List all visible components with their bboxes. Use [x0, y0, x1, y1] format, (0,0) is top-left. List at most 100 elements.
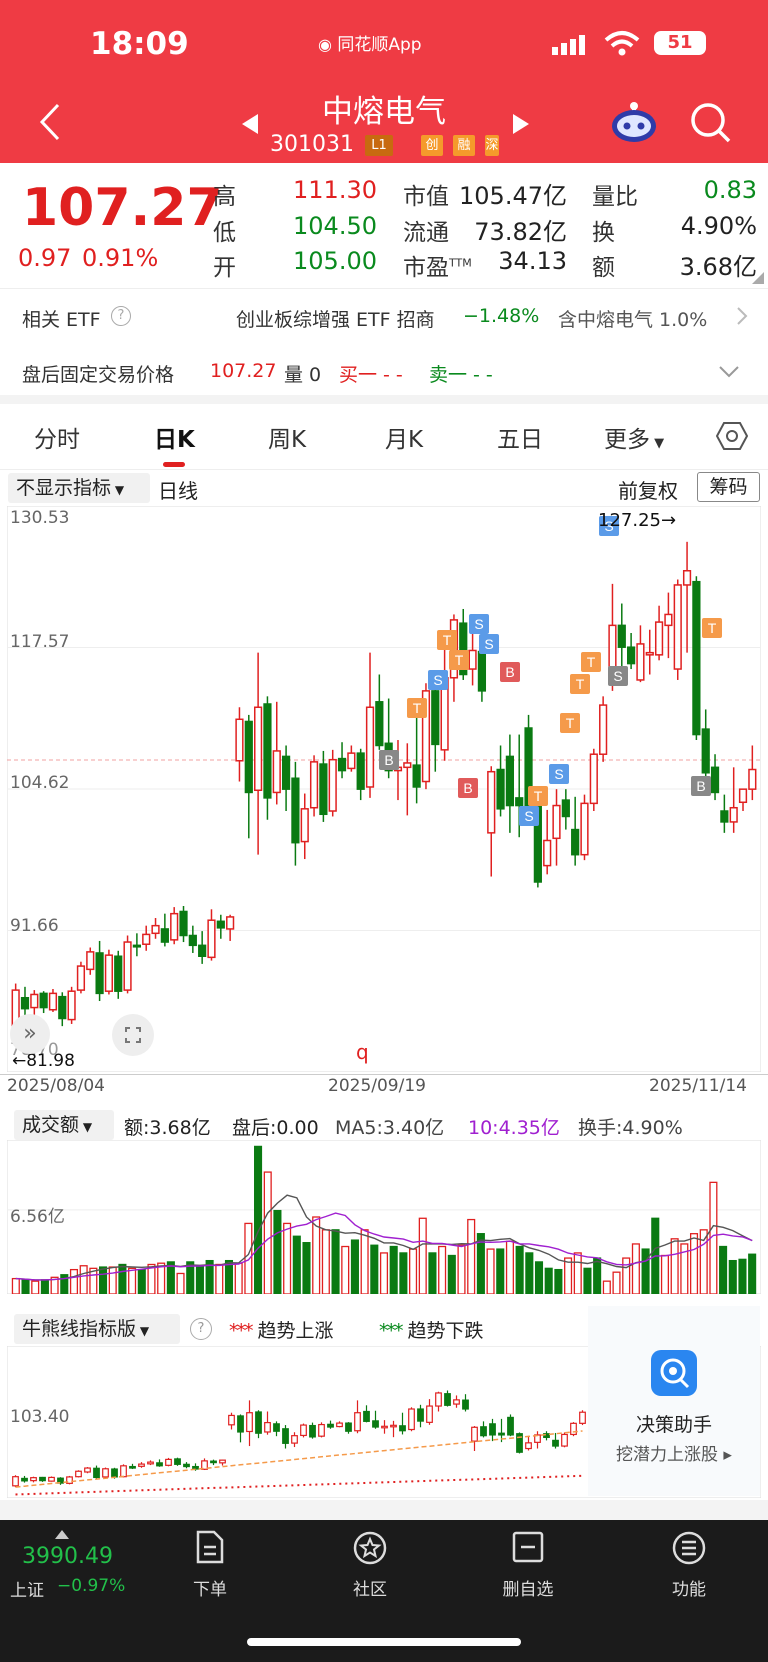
- bb-candle: [246, 1400, 253, 1447]
- volume-bar: [137, 1268, 146, 1294]
- tab-monthly-k[interactable]: 月K: [385, 420, 423, 454]
- candle: [132, 933, 141, 957]
- bb-candle: [237, 1414, 244, 1443]
- search-icon[interactable]: [690, 102, 732, 148]
- candle: [664, 592, 673, 659]
- bb-candle: [336, 1421, 343, 1428]
- volume-bar: [719, 1245, 728, 1294]
- adjust-button[interactable]: 前复权: [618, 475, 678, 504]
- signal-badge-T[interactable]: T: [560, 713, 580, 733]
- volume-bar: [341, 1245, 350, 1294]
- collapse-left-icon[interactable]: »: [10, 1014, 50, 1054]
- tab-weekly-k[interactable]: 周K: [268, 420, 306, 454]
- volume-bar: [496, 1248, 505, 1294]
- svg-text:S: S: [474, 616, 483, 632]
- chevron-right-icon[interactable]: [736, 306, 748, 330]
- next-stock-icon[interactable]: [511, 112, 531, 140]
- signal-badge-S[interactable]: S: [608, 666, 628, 686]
- volume-bar: [321, 1229, 330, 1294]
- bb-candle: [579, 1410, 586, 1426]
- vr-label: 量比: [592, 184, 638, 210]
- volume-bar: [215, 1263, 224, 1294]
- vr-value: 0.83: [703, 176, 757, 204]
- nav-community[interactable]: 社区: [325, 1530, 415, 1600]
- bb-candle: [399, 1412, 406, 1435]
- nav-order[interactable]: 下单: [165, 1530, 255, 1600]
- signal-badge-T[interactable]: T: [702, 618, 722, 638]
- candle: [95, 940, 104, 1002]
- nav-remove-watchlist[interactable]: 删自选: [483, 1530, 573, 1600]
- tab-daily-k[interactable]: 日K: [154, 420, 195, 454]
- volume-bar: [660, 1254, 670, 1294]
- volume-amount: 额:3.68亿: [124, 1117, 211, 1139]
- volume-chart[interactable]: [7, 1140, 761, 1294]
- tab-intraday[interactable]: 分时: [34, 420, 80, 454]
- signal-badge-T[interactable]: T: [581, 652, 601, 672]
- candle: [738, 788, 748, 812]
- chips-button[interactable]: 筹码: [697, 472, 760, 502]
- settings-hexagon-icon[interactable]: [715, 420, 749, 456]
- candle: [627, 633, 636, 670]
- volume-bar: [467, 1218, 476, 1294]
- tag-chuang: 创: [421, 135, 443, 156]
- signal-badge-T[interactable]: T: [449, 650, 469, 670]
- volume-select[interactable]: 成交额 ▼: [14, 1110, 114, 1140]
- index-value[interactable]: 3990.49: [22, 1544, 113, 1569]
- svg-text:B: B: [696, 778, 705, 794]
- volume-bar: [118, 1263, 127, 1294]
- signal-badge-B[interactable]: B: [379, 750, 399, 770]
- robot-assistant-icon[interactable]: [610, 100, 658, 148]
- signal-badge-S[interactable]: S: [428, 670, 448, 690]
- bb-candle: [120, 1464, 127, 1478]
- nav-functions[interactable]: 功能: [644, 1530, 734, 1600]
- decision-assistant-card[interactable]: 决策助手 挖潜力上涨股 ▸: [588, 1306, 760, 1496]
- candle: [235, 707, 244, 782]
- fullscreen-icon[interactable]: [112, 1014, 154, 1056]
- wifi-icon: [604, 30, 640, 60]
- kline-chart[interactable]: BTSTTSSBBSTSTTTSSTB: [7, 506, 761, 1072]
- tab-more[interactable]: 更多 ▼: [604, 420, 664, 454]
- signal-badge-S[interactable]: S: [549, 764, 569, 784]
- bb-candle: [480, 1421, 487, 1438]
- indicator-select[interactable]: 不显示指标 ▼: [8, 473, 150, 503]
- signal-badge-S[interactable]: S: [519, 806, 539, 826]
- signal-badge-T[interactable]: T: [407, 698, 427, 718]
- etf-name[interactable]: 创业板综增强 ETF 招商: [236, 305, 435, 332]
- signal-badge-B[interactable]: B: [691, 776, 711, 796]
- volume-bar: [128, 1267, 137, 1294]
- svg-text:B: B: [505, 664, 514, 680]
- signal-badge-B[interactable]: B: [458, 778, 478, 798]
- turnover-value: 4.90%: [680, 212, 757, 240]
- signal-badge-S[interactable]: S: [479, 634, 499, 654]
- bb-candle: [345, 1422, 352, 1434]
- menu-circle-icon: [672, 1531, 706, 1565]
- signal-badge-T[interactable]: T: [437, 630, 457, 650]
- candle: [393, 740, 403, 801]
- candle: [254, 652, 263, 855]
- bb-candle: [390, 1420, 397, 1438]
- help-icon[interactable]: ?: [190, 1318, 212, 1340]
- bb-candle: [516, 1432, 523, 1454]
- candle: [319, 750, 328, 822]
- bullbear-select[interactable]: 牛熊线指标版 ▼: [14, 1314, 180, 1344]
- turnover-label: 换: [592, 220, 615, 246]
- community-star-icon: [353, 1531, 387, 1565]
- signal-badge-S[interactable]: S: [469, 614, 489, 634]
- volume-ma5: MA5:3.40亿: [335, 1117, 445, 1139]
- chevron-down-icon[interactable]: [718, 364, 740, 383]
- tag-shen: 深: [485, 135, 499, 156]
- tab-five-day[interactable]: 五日: [497, 420, 543, 454]
- expand-corner-icon[interactable]: [752, 272, 764, 284]
- volume-bar: [447, 1254, 456, 1294]
- candle: [272, 701, 281, 805]
- signal-badge-T[interactable]: T: [528, 786, 548, 806]
- bb-candle: [372, 1410, 379, 1429]
- assistant-magnifier-icon: [651, 1350, 697, 1396]
- candle: [403, 743, 412, 816]
- signal-badge-T[interactable]: T: [570, 674, 590, 694]
- signal-badge-B[interactable]: B: [500, 662, 520, 682]
- price-change-pct: 0.91%: [82, 244, 159, 272]
- candle: [123, 935, 132, 994]
- info-icon[interactable]: ?: [111, 306, 131, 326]
- low-marker: ←81.98: [12, 1051, 75, 1071]
